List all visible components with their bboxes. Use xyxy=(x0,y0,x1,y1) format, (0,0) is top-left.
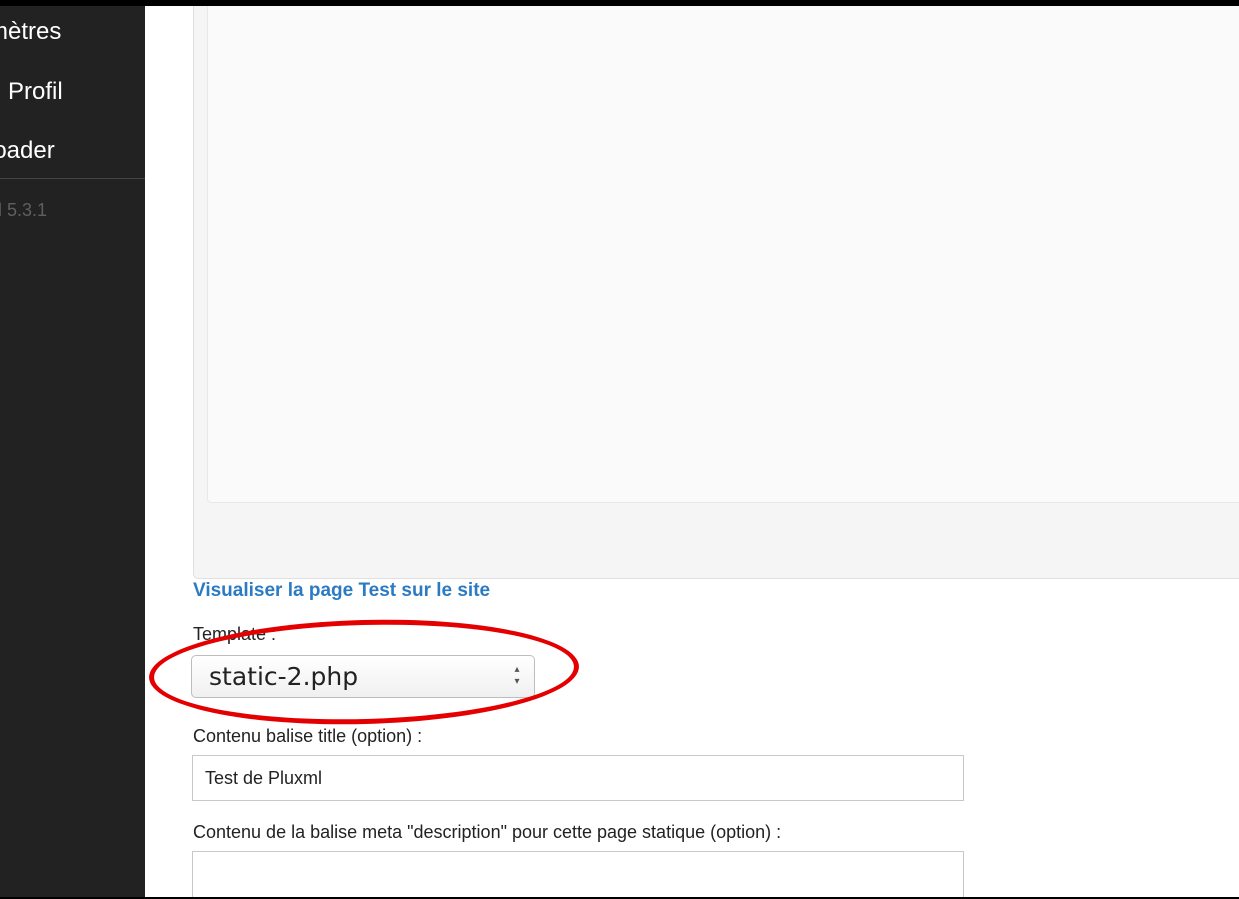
window-frame: mètres n Profil loader nl 5.3.1 Visualis… xyxy=(0,6,1239,897)
main-content: Visualiser la page Test sur le site Temp… xyxy=(145,6,1239,897)
version-label: nl 5.3.1 xyxy=(0,200,48,220)
sidebar-item-parametres[interactable]: mètres xyxy=(0,6,61,62)
sidebar-divider xyxy=(0,178,145,179)
sidebar: mètres n Profil loader nl 5.3.1 xyxy=(0,6,145,897)
sidebar-item-loader[interactable]: loader xyxy=(0,121,55,181)
meta-description-label: Contenu de la balise meta "description" … xyxy=(193,822,782,842)
title-input[interactable]: Test de Pluxml xyxy=(192,755,964,801)
sidebar-item-profil[interactable]: n Profil xyxy=(0,62,63,122)
title-label: Contenu balise title (option) : xyxy=(193,726,423,746)
content-editor[interactable] xyxy=(207,6,1239,503)
view-page-link[interactable]: Visualiser la page Test sur le site xyxy=(193,580,490,602)
meta-description-input[interactable] xyxy=(192,851,964,897)
